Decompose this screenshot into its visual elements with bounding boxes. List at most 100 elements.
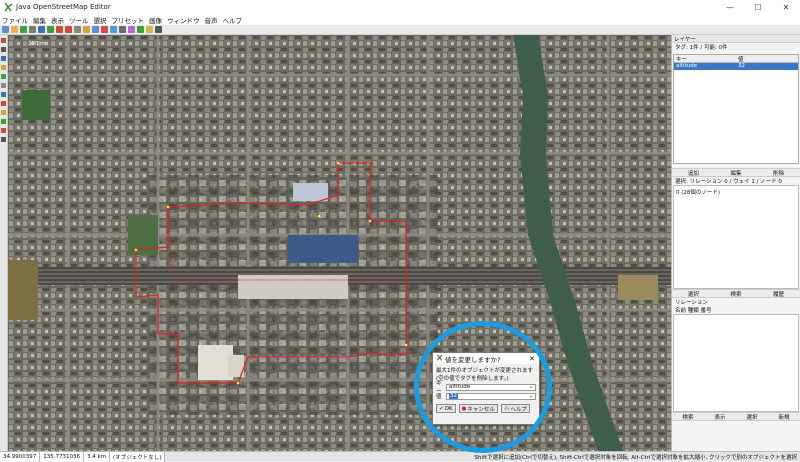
dialog-close-icon[interactable]: ✕: [529, 355, 535, 363]
layers-toggle-icon[interactable]: [1, 101, 6, 106]
relation-select-button[interactable]: 選択: [736, 413, 768, 421]
cancel-button[interactable]: ● キャンセル: [458, 404, 498, 413]
tag-row-value: 32: [738, 63, 745, 69]
map-view[interactable]: 200 m: [8, 35, 671, 451]
redo-icon[interactable]: [65, 26, 72, 33]
menu-help[interactable]: ヘルプ: [223, 15, 243, 25]
main-toolbar: [0, 25, 800, 35]
tag-table: キー 値 altitude 32: [673, 54, 799, 164]
latitude-readout: 34.9900397: [0, 451, 41, 462]
close-button[interactable]: ✕: [772, 0, 800, 14]
selection-toggle-icon[interactable]: [1, 119, 6, 124]
preferences-icon[interactable]: [83, 26, 90, 33]
ok-button-label: OK: [444, 405, 453, 412]
history-toggle-icon[interactable]: [1, 137, 6, 142]
download-icon[interactable]: [38, 26, 45, 33]
undo-icon[interactable]: [56, 26, 63, 33]
menu-bar: ファイル 編集 表示 ツール 選択 プリセット 画像 ウィンドウ 音声 ヘルプ: [0, 14, 800, 25]
select-button[interactable]: 選択: [672, 290, 715, 298]
dialog-title-bar: 値を変更しますか? ✕: [433, 353, 539, 364]
value-label: 値: [436, 394, 442, 400]
status-help-text: Shiftで選択に追加(Ctrlで切替え), Shift-Ctrlで選択対象を回…: [474, 454, 797, 461]
draw-tool-icon[interactable]: [1, 47, 6, 52]
menu-audio[interactable]: 音声: [205, 15, 218, 25]
check-icon: ✔: [439, 405, 444, 412]
dialog-hint: (空の値でタグを削除します。): [436, 376, 509, 382]
status-bar: 34.9900397 135.7731036 3.4 km (オブジェクトなし)…: [0, 451, 800, 462]
menu-presets[interactable]: プリセット: [112, 15, 145, 25]
relations-panel-header[interactable]: リレーション: [672, 298, 800, 306]
improve-way-icon[interactable]: [1, 92, 6, 97]
map-mode-toolbar: [0, 35, 8, 451]
map-scale-label: 200 m: [28, 41, 46, 47]
menu-tools[interactable]: ツール: [69, 15, 89, 25]
tag-row[interactable]: altitude 32: [674, 63, 798, 70]
relations-button-row: 検索 表示 選択 新規: [672, 412, 800, 421]
preset-water-icon[interactable]: [110, 26, 117, 33]
relation-show-button[interactable]: 表示: [704, 413, 736, 421]
zoom-icon[interactable]: [74, 26, 81, 33]
object-readout: (オブジェクトなし): [110, 451, 166, 462]
edit-tag-button[interactable]: 編集: [715, 169, 758, 177]
relations-list: [673, 314, 799, 412]
preset-leisure-icon[interactable]: [146, 26, 153, 33]
change-value-dialog: 値を変更しますか? ✕ 最大1件のオブジェクトが変更されます (空の値でタグを削…: [432, 352, 540, 425]
select-tool-icon[interactable]: [1, 38, 6, 43]
dialog-logo-icon: [436, 354, 443, 363]
tag-key-column[interactable]: キー: [674, 55, 736, 63]
help-button[interactable]: ⁂ ヘルプ: [500, 404, 530, 413]
menu-window[interactable]: ウィンドウ: [167, 15, 200, 25]
ok-button[interactable]: ✔ OK: [436, 404, 456, 413]
preset-amenity-icon[interactable]: [128, 26, 135, 33]
parallel-tool-icon[interactable]: [1, 74, 6, 79]
tag-value-column[interactable]: 値: [736, 55, 798, 63]
preset-building-icon[interactable]: [92, 26, 99, 33]
selection-panel-header[interactable]: 選択: リレーション 0 / ウェイ 1 / ノード 0: [672, 177, 800, 185]
key-combo-value: altitude: [449, 384, 471, 390]
menu-select[interactable]: 選択: [94, 15, 107, 25]
save-as-icon[interactable]: [29, 26, 36, 33]
delete-tag-button[interactable]: 削除: [757, 169, 800, 177]
tag-row-key: altitude: [676, 63, 698, 69]
chevron-down-icon[interactable]: ⌄: [528, 393, 533, 399]
help-button-label: ヘルプ: [510, 406, 527, 413]
tags-panel-header[interactable]: タグ: 1件 / 可能: 0件: [672, 43, 800, 51]
josm-window: Java OpenStreetMap Editor — ☐ ✕ ファイル 編集 …: [0, 0, 800, 462]
dialog-title: 値を変更しますか?: [445, 355, 501, 364]
add-tag-button[interactable]: 追加: [672, 169, 715, 177]
list-item[interactable]: 0 (28個のノード): [676, 188, 796, 196]
layers-panel-header[interactable]: レイヤー: [672, 35, 800, 43]
preset-park-icon[interactable]: [137, 26, 144, 33]
menu-imagery[interactable]: 画像: [149, 15, 162, 25]
new-layer-icon[interactable]: [2, 26, 9, 33]
upload-icon[interactable]: [47, 26, 54, 33]
selection-list: 0 (28個のノード): [673, 185, 799, 289]
preset-transport-icon[interactable]: [155, 26, 162, 33]
save-icon[interactable]: [20, 26, 27, 33]
maximize-button[interactable]: ☐: [744, 0, 772, 14]
tags-toggle-icon[interactable]: [1, 110, 6, 115]
delete-tool-icon[interactable]: [1, 65, 6, 70]
tag-button-row: 追加 編集 削除: [672, 168, 800, 177]
relation-new-button[interactable]: 新規: [768, 413, 800, 421]
window-title: Java OpenStreetMap Editor: [16, 3, 111, 11]
right-side-panel: レイヤー タグ: 1件 / 可能: 0件 キー 値 altitude 32 追加…: [671, 35, 800, 451]
title-bar: Java OpenStreetMap Editor — ☐ ✕: [0, 0, 800, 14]
preset-shop-icon[interactable]: [101, 26, 108, 33]
preset-road-icon[interactable]: [119, 26, 126, 33]
chevron-down-icon[interactable]: ⌄: [528, 384, 533, 390]
relation-search-button[interactable]: 検索: [672, 413, 704, 421]
menu-file[interactable]: ファイル: [2, 15, 28, 25]
value-combo[interactable]: 32 ⌄: [446, 392, 536, 400]
menu-view[interactable]: 表示: [51, 15, 64, 25]
minimize-button[interactable]: —: [716, 0, 744, 14]
selection-button-row: 選択 検索 履歴: [672, 289, 800, 298]
menu-edit[interactable]: 編集: [33, 15, 46, 25]
key-combo[interactable]: altitude ⌄: [446, 383, 536, 391]
extrude-tool-icon[interactable]: [1, 83, 6, 88]
history-button[interactable]: 履歴: [757, 290, 800, 298]
notes-toggle-icon[interactable]: [1, 128, 6, 133]
open-file-icon[interactable]: [11, 26, 18, 33]
search-button[interactable]: 検索: [715, 290, 758, 298]
zoom-tool-icon[interactable]: [1, 56, 6, 61]
